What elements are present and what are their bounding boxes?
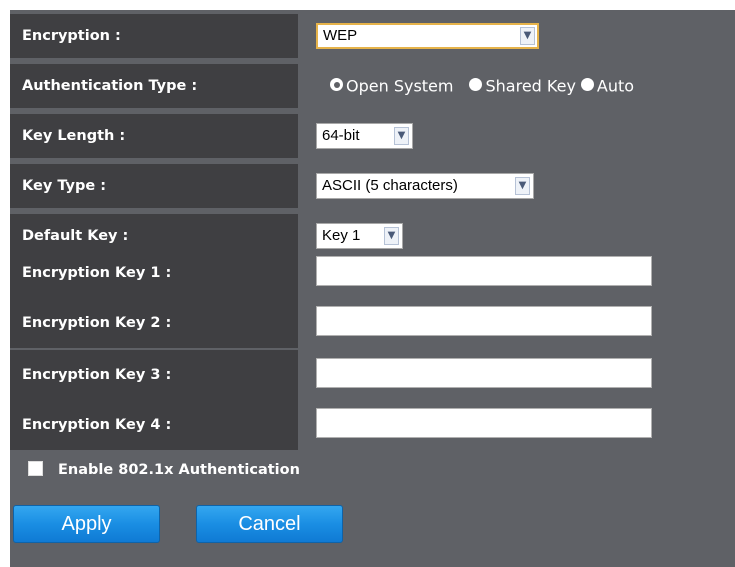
- chevron-down-icon[interactable]: ▼: [515, 177, 530, 195]
- cancel-button[interactable]: Cancel: [196, 505, 343, 543]
- default-key-select[interactable]: Key 1 ▼: [316, 223, 403, 249]
- key-type-label: Key Type :: [10, 164, 298, 208]
- radio-selected-icon[interactable]: [330, 78, 343, 91]
- encryption-select[interactable]: WEP ▼: [316, 23, 539, 49]
- encryption-key-4-row: Encryption Key 4 :: [10, 400, 735, 450]
- chevron-down-icon[interactable]: ▼: [520, 27, 535, 45]
- radio-shared-key[interactable]: Shared Key: [469, 64, 576, 108]
- encryption-key-1-input[interactable]: [316, 256, 652, 286]
- radio-unselected-icon[interactable]: [580, 78, 594, 91]
- enable-8021x-label: Enable 802.1x Authentication: [58, 462, 300, 478]
- encryption-key-3-input[interactable]: [316, 358, 652, 388]
- authentication-type-radio-group: Open System Shared Key Auto: [330, 64, 634, 108]
- chevron-down-icon[interactable]: ▼: [394, 127, 409, 145]
- encryption-key-4-label: Encryption Key 4 :: [10, 400, 298, 450]
- radio-auto[interactable]: Auto: [580, 64, 635, 108]
- radio-auto-label: Auto: [596, 76, 635, 96]
- authentication-type-label: Authentication Type :: [10, 64, 298, 108]
- wireless-security-panel: Encryption : WEP ▼ Authentication Type :…: [10, 10, 735, 567]
- key-type-select-value: ASCII (5 characters): [322, 177, 458, 194]
- key-length-select-value: 64-bit: [322, 127, 360, 144]
- chevron-down-icon[interactable]: ▼: [384, 227, 399, 245]
- encryption-key-3-label: Encryption Key 3 :: [10, 350, 298, 400]
- encryption-label: Encryption :: [10, 14, 298, 58]
- enable-8021x-row[interactable]: Enable 802.1x Authentication: [28, 459, 300, 481]
- encryption-key-2-input[interactable]: [316, 306, 652, 336]
- radio-unselected-icon[interactable]: [469, 78, 483, 91]
- key-type-row: Key Type : ASCII (5 characters) ▼: [10, 164, 735, 208]
- key-length-select[interactable]: 64-bit ▼: [316, 123, 413, 149]
- radio-open-system-label: Open System: [346, 76, 454, 96]
- enable-8021x-checkbox[interactable]: [28, 460, 43, 476]
- radio-shared-key-label: Shared Key: [485, 76, 576, 96]
- key-length-label: Key Length :: [10, 114, 298, 158]
- default-key-select-value: Key 1: [322, 227, 361, 244]
- authentication-type-row: Authentication Type : Open System Shared …: [10, 64, 735, 108]
- encryption-key-1-row: Encryption Key 1 :: [10, 248, 735, 298]
- key-type-select[interactable]: ASCII (5 characters) ▼: [316, 173, 534, 199]
- apply-button[interactable]: Apply: [13, 505, 160, 543]
- encryption-key-2-label: Encryption Key 2 :: [10, 298, 298, 348]
- key-length-row: Key Length : 64-bit ▼: [10, 114, 735, 158]
- encryption-key-4-input[interactable]: [316, 408, 652, 438]
- encryption-key-1-label: Encryption Key 1 :: [10, 248, 298, 298]
- encryption-select-value: WEP: [323, 27, 358, 44]
- encryption-key-3-row: Encryption Key 3 :: [10, 350, 735, 400]
- encryption-row: Encryption : WEP ▼: [10, 14, 735, 58]
- radio-open-system[interactable]: Open System: [330, 64, 453, 108]
- encryption-key-2-row: Encryption Key 2 :: [10, 298, 735, 348]
